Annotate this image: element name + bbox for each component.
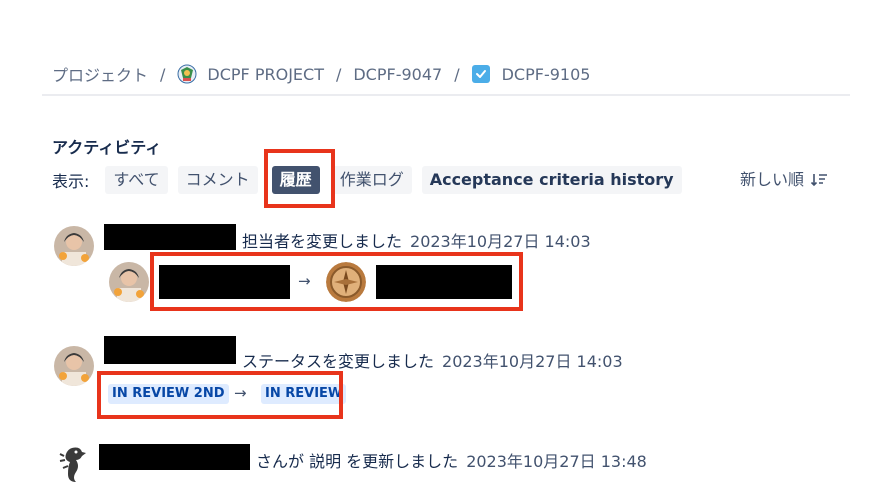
history-filter-highlight: [264, 149, 335, 208]
breadcrumb-current-issue-link[interactable]: DCPF-9105: [502, 65, 591, 84]
activity-entry-text: ステータスを変更しました 2023年10月27日 14:03: [242, 348, 623, 372]
filter-label: 表示:: [52, 172, 90, 191]
breadcrumb-project-link[interactable]: DCPF PROJECT: [207, 65, 324, 84]
redacted-user-name: [104, 336, 236, 364]
avatar: [54, 346, 94, 386]
sort-order-button[interactable]: 新しい順: [740, 166, 828, 194]
activity-entry-text: さんが 説明 を更新しました 2023年10月27日 13:48: [256, 448, 647, 472]
sort-order-label: 新しい順: [740, 170, 805, 189]
avatar: [54, 226, 94, 266]
breadcrumb-separator: /: [335, 64, 342, 84]
activity-action: 担当者を変更しました: [242, 232, 403, 251]
sort-descending-icon: [810, 174, 828, 187]
activity-action: ステータスを変更しました: [242, 352, 435, 371]
filter-all-button[interactable]: すべて: [105, 166, 168, 194]
activity-timestamp: 2023年10月27日 14:03: [442, 352, 623, 371]
filter-worklog-button[interactable]: 作業ログ: [331, 166, 412, 194]
breadcrumb-parent-issue-link[interactable]: DCPF-9047: [353, 65, 442, 84]
filter-comments-button[interactable]: コメント: [177, 166, 258, 194]
activity-timestamp: 2023年10月27日 13:48: [466, 452, 647, 471]
avatar: [109, 262, 149, 302]
activity-timestamp: 2023年10月27日 14:03: [410, 232, 591, 251]
breadcrumb: プロジェクト / DCPF PROJECT / DCPF-9047 / DCPF…: [52, 62, 590, 86]
activity-filter-bar: 表示: すべて コメント 履歴 作業ログ Acceptance criteria…: [52, 166, 692, 194]
breadcrumb-projects-link[interactable]: プロジェクト: [52, 62, 148, 86]
filter-acceptance-criteria-button[interactable]: Acceptance criteria history: [421, 166, 682, 194]
activity-heading: アクティビティ: [52, 138, 162, 157]
seahorse-avatar-icon: [56, 444, 90, 484]
project-avatar-icon: [177, 64, 197, 84]
redacted-user-name: [99, 444, 250, 470]
header-divider: [42, 94, 850, 96]
redacted-user-name: [104, 224, 236, 250]
breadcrumb-separator: /: [160, 64, 166, 84]
breadcrumb-separator: /: [454, 64, 460, 84]
activity-entry-text: 担当者を変更しました 2023年10月27日 14:03: [242, 228, 591, 252]
activity-action: さんが 説明 を更新しました: [256, 452, 459, 471]
assignee-change-highlight: [150, 252, 523, 311]
status-change-highlight: [97, 371, 343, 419]
task-checkbox-icon: [471, 65, 490, 83]
